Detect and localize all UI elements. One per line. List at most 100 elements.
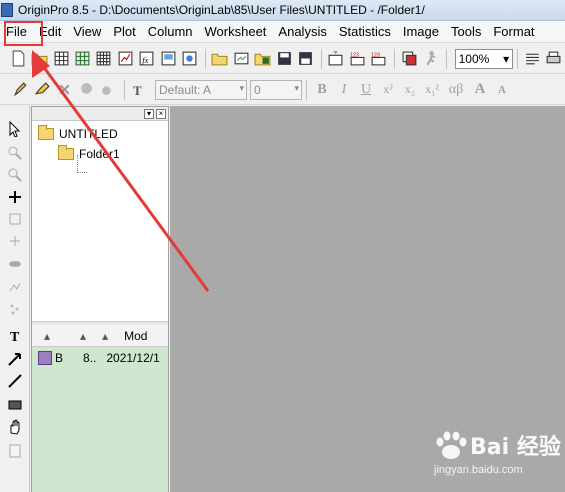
baidu-watermark: Bai 经验 jingyan.baidu.com bbox=[432, 428, 561, 476]
zoom-out-icon bbox=[8, 168, 22, 182]
font-select[interactable]: Default: A ▾ bbox=[155, 79, 247, 100]
toolbar-separator bbox=[204, 48, 206, 69]
menu-view[interactable]: View bbox=[67, 22, 107, 42]
new-notes-button[interactable] bbox=[179, 48, 199, 69]
toolbar-separator bbox=[393, 48, 395, 69]
tag-button[interactable] bbox=[98, 79, 119, 100]
superscript-button[interactable]: x² bbox=[377, 80, 399, 100]
pointer-tool[interactable] bbox=[4, 118, 26, 140]
subscript-button[interactable]: x₂ bbox=[399, 80, 421, 100]
draw-data-tool[interactable] bbox=[4, 276, 26, 298]
open-button[interactable] bbox=[210, 48, 230, 69]
regional-mask-tool[interactable] bbox=[4, 298, 26, 320]
font-size-select[interactable]: 0 ▾ bbox=[250, 79, 302, 100]
font-value: Default: A bbox=[159, 82, 212, 97]
open-excel-button[interactable] bbox=[252, 48, 272, 69]
highlighter-button[interactable] bbox=[32, 79, 53, 100]
underline-button[interactable]: U bbox=[355, 80, 377, 100]
mask-tool[interactable] bbox=[4, 252, 26, 274]
zoom-out-tool[interactable] bbox=[4, 164, 26, 186]
pin-icon[interactable]: ▾ bbox=[144, 108, 154, 119]
import-multiple-button[interactable]: 123 bbox=[347, 48, 367, 69]
menu-format[interactable]: Format bbox=[487, 22, 540, 42]
script-tool[interactable] bbox=[4, 440, 26, 462]
new-excel-button[interactable] bbox=[72, 48, 92, 69]
graph-icon bbox=[118, 51, 133, 66]
menu-worksheet[interactable]: Worksheet bbox=[199, 22, 273, 42]
import-icon bbox=[328, 51, 343, 66]
menu-analysis[interactable]: Analysis bbox=[272, 22, 332, 42]
tree-root[interactable]: UNTITLED bbox=[38, 125, 118, 141]
menu-tools[interactable]: Tools bbox=[445, 22, 487, 42]
duplicate-button[interactable] bbox=[399, 48, 419, 69]
bold-button[interactable]: B bbox=[311, 80, 333, 100]
menu-image[interactable]: Image bbox=[397, 22, 445, 42]
font-size-down-button[interactable]: A bbox=[491, 80, 513, 100]
comment-button[interactable] bbox=[76, 79, 97, 100]
zoom-in-tool[interactable] bbox=[4, 142, 26, 164]
open-template-button[interactable] bbox=[231, 48, 251, 69]
title-bar: OriginPro 8.5 - D:\Documents\OriginLab\8… bbox=[0, 0, 565, 21]
italic-button[interactable]: I bbox=[333, 80, 355, 100]
print-icon bbox=[546, 51, 561, 64]
save-window-icon bbox=[299, 52, 312, 65]
supsub-button[interactable]: x₁² bbox=[421, 80, 443, 100]
sort-type-column[interactable]: ▴ bbox=[102, 329, 108, 343]
rectangle-icon bbox=[8, 400, 22, 410]
new-folder-button[interactable] bbox=[29, 48, 49, 69]
screen-reader-tool[interactable] bbox=[4, 186, 26, 208]
import-wizard-button[interactable]: 123 bbox=[368, 48, 388, 69]
sort-up-icon: ▴ bbox=[80, 328, 87, 343]
tree-folder1[interactable]: Folder1 bbox=[58, 145, 120, 161]
menu-plot[interactable]: Plot bbox=[107, 22, 141, 42]
line-tool[interactable] bbox=[4, 370, 26, 392]
align-button[interactable] bbox=[522, 48, 542, 69]
svg-text:fx: fx bbox=[142, 55, 148, 65]
data-reader-tool[interactable] bbox=[4, 230, 26, 252]
tree-root-label: UNTITLED bbox=[59, 127, 118, 141]
hand-tool[interactable] bbox=[4, 416, 26, 438]
new-workbook-button[interactable] bbox=[51, 48, 71, 69]
window-list: B 8.. 2021/12/1 bbox=[32, 347, 168, 492]
new-layout-button[interactable] bbox=[158, 48, 178, 69]
menu-statistics[interactable]: Statistics bbox=[333, 22, 397, 42]
data-selector-tool[interactable] bbox=[4, 208, 26, 230]
modified-column-header[interactable]: Mod bbox=[124, 329, 147, 343]
toolbar-separator bbox=[517, 48, 519, 69]
tag-icon bbox=[102, 86, 111, 95]
greek-button[interactable]: αβ bbox=[443, 80, 469, 100]
new-file-icon bbox=[12, 50, 25, 67]
print-button[interactable] bbox=[544, 48, 564, 69]
save-project-button[interactable] bbox=[274, 48, 294, 69]
arrange-button[interactable] bbox=[54, 79, 75, 100]
open-folder-icon bbox=[211, 53, 228, 66]
pen-button[interactable] bbox=[10, 79, 31, 100]
sort-name-column[interactable]: ▴ bbox=[44, 329, 50, 343]
pen-icon bbox=[13, 82, 27, 97]
data-selector-icon bbox=[9, 213, 21, 225]
workbook-icon bbox=[54, 51, 68, 66]
arrow-tool[interactable] bbox=[4, 348, 26, 370]
new-matrix-button[interactable] bbox=[94, 48, 114, 69]
menu-column[interactable]: Column bbox=[142, 22, 199, 42]
new-function-button[interactable]: fx bbox=[136, 48, 156, 69]
arrow-icon bbox=[8, 353, 21, 366]
new-graph-button[interactable] bbox=[115, 48, 135, 69]
recalculate-button[interactable] bbox=[420, 48, 440, 69]
watermark-site: jingyan.baidu.com bbox=[434, 464, 523, 476]
standard-toolbar: fx 123 123 100% ▾ bbox=[0, 44, 565, 74]
sort-size-column[interactable]: ▴ bbox=[80, 329, 86, 343]
text-tool[interactable]: T bbox=[4, 324, 26, 346]
save-window-button[interactable] bbox=[295, 48, 315, 69]
font-type-button[interactable]: T bbox=[129, 79, 150, 100]
list-item[interactable]: B 8.. 2021/12/1 bbox=[38, 351, 160, 365]
highlighter-icon bbox=[34, 82, 50, 95]
new-project-button[interactable] bbox=[8, 48, 28, 69]
import-ascii-button[interactable] bbox=[326, 48, 346, 69]
font-size-up-button[interactable]: A bbox=[469, 80, 491, 100]
zoom-select[interactable]: 100% ▾ bbox=[454, 48, 514, 69]
line-icon bbox=[8, 374, 22, 388]
rectangle-tool[interactable] bbox=[4, 394, 26, 416]
close-icon[interactable]: × bbox=[156, 108, 166, 119]
true-type-icon: T bbox=[133, 84, 142, 98]
